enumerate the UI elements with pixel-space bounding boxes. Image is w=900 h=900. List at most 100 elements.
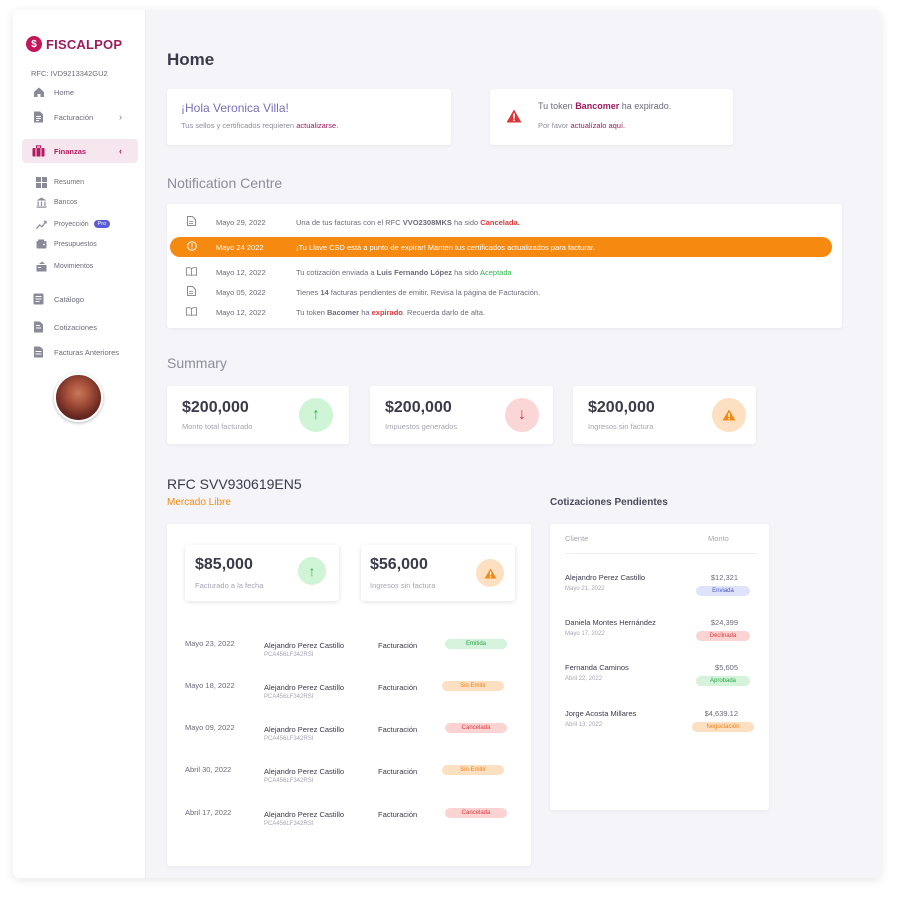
txn-date: Abril 30, 2022 (185, 765, 232, 774)
status-badge: Negociación (692, 722, 754, 732)
notification-text: Una de tus facturas con el RFC VVO2308MK… (296, 218, 520, 227)
notification-status: Cancelada. (480, 217, 520, 227)
cotizaciones-title: Cotizaciones Pendientes (550, 497, 668, 508)
notification-date: Mayo 12, 2022 (216, 267, 266, 277)
cot-date: Mayo 17, 2022 (565, 631, 605, 637)
summary-label: Ingresos sin factura (588, 422, 654, 431)
warning-icon (506, 109, 522, 128)
sidebar-item-label: Catálogo (54, 294, 85, 304)
sidebar-item-cotizaciones[interactable]: Cotizaciones (13, 320, 146, 334)
txn-code: PCA456LF342RSI (264, 736, 314, 742)
quote-icon (32, 321, 45, 334)
notification-date: Mayo 24 2022 (216, 242, 264, 252)
notification-item[interactable]: Mayo 12, 2022 Tu token Bacomer ha expira… (167, 302, 835, 322)
update-token-link[interactable]: actualízalo aquí. (571, 121, 626, 130)
notification-item[interactable]: Mayo 12, 2022 Tu cotización enviada a Lu… (167, 262, 835, 282)
notification-text: Tu token Bacomer ha expirado. Recuerda d… (296, 308, 485, 317)
notification-text-part: ha sido (452, 267, 480, 277)
sidebar-subitem-label: Bancos (54, 198, 78, 206)
notification-item[interactable]: Mayo 05, 2022 Tienes 14 facturas pendien… (167, 282, 835, 302)
notification-centre-title: Notification Centre (167, 175, 283, 191)
cot-date: Abril 22, 2022 (565, 676, 603, 682)
sidebar-item-facturacion[interactable]: Facturación › (13, 110, 146, 124)
summary-value: $200,000 (182, 399, 249, 416)
notification-status: expirado (371, 307, 403, 317)
notification-client: Luis Fernando López (376, 267, 453, 277)
notification-date: Mayo 12, 2022 (216, 307, 266, 317)
txn-name: Alejandro Perez Castillo (264, 810, 345, 819)
sidebar-subitem-bancos[interactable]: Bancos (13, 196, 77, 208)
rfc-title: RFC SVV930619EN5 (167, 476, 302, 492)
txn-date: Mayo 09, 2022 (185, 723, 235, 732)
notification-text-part: Una de tus facturas con el RFC (296, 217, 403, 227)
sidebar-item-label: Cotizaciones (54, 322, 97, 332)
token-alert-card: Tu token Bancomer ha expirado. Por favor… (490, 89, 733, 145)
sidebar-subitem-presupuestos[interactable]: Presupuestos (13, 238, 97, 250)
sidebar-subitem-resumen[interactable]: Resumen (13, 176, 84, 188)
notification-date: Mayo 29, 2022 (216, 217, 266, 227)
sidebar-item-catalogo[interactable]: Catálogo (13, 292, 146, 306)
document-icon (32, 111, 45, 124)
update-certificates-link[interactable]: actualizarse. (296, 121, 338, 130)
sidebar-item-home[interactable]: Home (13, 85, 146, 99)
column-header-monto: Monto (708, 534, 729, 543)
alert-circle-icon (186, 241, 197, 253)
rfc-stat-card: $56,000 Ingresos sin factura (361, 545, 515, 601)
greeting-text-body: Tus sellos y certificados requieren (181, 121, 297, 130)
column-header-cliente: Cliente (565, 534, 589, 543)
chart-icon (36, 219, 47, 230)
txn-name: Alejandro Perez Castillo (264, 641, 345, 650)
token-alert-subtext-body: Por favor (538, 121, 571, 130)
avatar[interactable] (54, 373, 103, 422)
home-icon (32, 86, 45, 99)
sidebar-item-facturas-anteriores[interactable]: Facturas Anteriores (13, 345, 146, 359)
sidebar-item-label: Facturación (54, 112, 94, 122)
summary-card: $200,000 Impuestos generados ↓ (370, 386, 553, 444)
notification-status: Aceptada (479, 267, 512, 277)
summary-value: $200,000 (385, 399, 452, 416)
cot-client: Fernanda Caminos (565, 663, 629, 672)
txn-code: PCA456LF342RSI (264, 694, 314, 700)
notification-text: Tienes 14 facturas pendientes de emitir.… (296, 288, 540, 297)
pro-badge: Pro (93, 220, 111, 228)
arrow-up-icon: ↑ (298, 557, 326, 585)
rfc-stat-value: $56,000 (370, 556, 428, 573)
token-alert-text-end: ha expirado. (619, 101, 672, 111)
cot-amount: $4,639.12 (704, 709, 738, 718)
cot-date: Abril 13, 2022 (565, 722, 603, 728)
notification-text-part: Tu token (296, 307, 327, 317)
summary-label: Monto total facturado (182, 422, 253, 431)
rfc-stat-label: Ingresos sin factura (370, 581, 436, 590)
txn-type: Facturación (378, 767, 418, 776)
txn-code: PCA456LF342RSI (264, 821, 314, 827)
archive-icon (32, 346, 45, 359)
status-badge: Enviada (696, 586, 750, 596)
notification-item-highlighted[interactable]: Mayo 24 2022 ¡Tu Llave CSD está a punto … (170, 237, 832, 257)
status-badge: Aprobada (696, 676, 750, 686)
bank-icon (36, 197, 47, 208)
txn-date: Abril 17, 2022 (185, 808, 232, 817)
sidebar-rfc: RFC: IVD9213342GU2 (31, 69, 108, 78)
cot-amount: $5,605 (715, 663, 738, 672)
sidebar-item-finanzas[interactable]: Finanzas ‹ (22, 139, 138, 163)
sidebar-subitem-label: Resumen (54, 178, 84, 186)
cot-client: Alejandro Perez Castillo (565, 573, 646, 582)
sidebar-item-label: Finanzas (54, 146, 87, 156)
notification-centre: Mayo 29, 2022 Una de tus facturas con el… (167, 204, 842, 328)
rfc-subtitle: Mercado Libre (167, 497, 231, 508)
logo[interactable]: $ FISCALPOP (26, 36, 122, 52)
greeting-text: Tus sellos y certificados requieren actu… (181, 121, 338, 130)
status-badge: Cancelada (445, 723, 507, 733)
token-alert-subtext: Por favor actualízalo aquí. (538, 121, 625, 130)
sidebar-subitem-proyeccion[interactable]: Proyección Pro (13, 218, 111, 230)
status-badge: Cancelada (445, 808, 507, 818)
txn-type: Facturación (378, 810, 418, 819)
txn-type: Facturación (378, 641, 418, 650)
logo-text: FISCALPOP (46, 36, 123, 52)
sidebar-subitem-movimientos[interactable]: Movimientos (13, 260, 93, 272)
notification-text: Tu cotización enviada a Luis Fernando Ló… (296, 268, 512, 277)
rfc-panel: $85,000 Facturado a la fecha ↑ $56,000 I… (167, 524, 531, 866)
sidebar-item-label: Home (54, 87, 75, 97)
notification-item[interactable]: Mayo 29, 2022 Una de tus facturas con el… (167, 212, 835, 232)
notification-text-part: Tu cotización enviada a (296, 267, 377, 277)
